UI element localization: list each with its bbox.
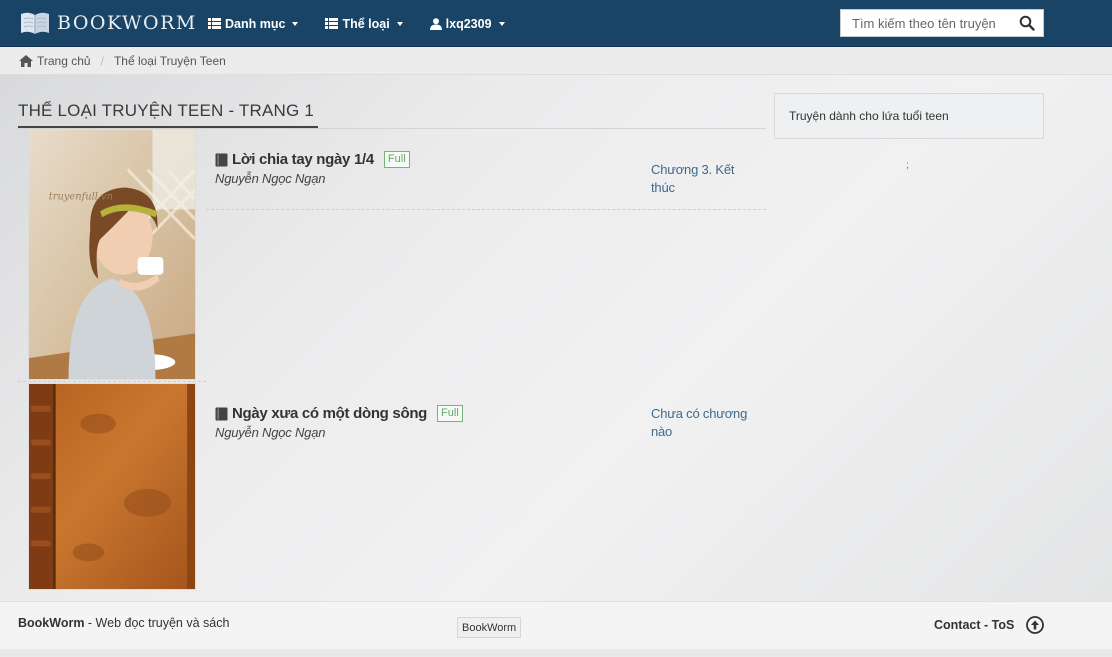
breadcrumb: Trang chủ / Thể loại Truyện Teen (0, 47, 1112, 75)
user-icon (429, 17, 442, 30)
story-latest-chapter-link[interactable]: Chương 3. Kết thúc (651, 161, 761, 197)
footer-links: Contact - ToS (934, 618, 1014, 632)
svg-text:truyenfull.vn: truyenfull.vn (49, 191, 113, 202)
list-icon (325, 18, 339, 29)
page-bottom-strip (0, 649, 1112, 657)
brand-logo-link[interactable]: BOOKWORM (19, 10, 197, 36)
sidebar-mark: ; (906, 160, 909, 171)
story-info: Ngày xưa có một dòng sông Full Nguyễn Ng… (215, 405, 635, 440)
breadcrumb-home-link[interactable]: Trang chủ (37, 54, 91, 68)
story-cover-image[interactable]: truyenfull.vn (28, 129, 196, 380)
menu-the-loai[interactable]: Thể loại (325, 16, 403, 31)
status-badge: Full (437, 405, 463, 422)
story-cover-image[interactable] (28, 383, 196, 590)
story-title-link[interactable]: Ngày xưa có một dòng sông (232, 405, 427, 422)
footer-brand-badge: BookWorm (457, 617, 522, 638)
page-title: Thể loại Truyện Teen - Trang 1 (18, 101, 319, 128)
menu-label: Thể loại (342, 16, 390, 31)
menu-danh-muc[interactable]: Danh mục (208, 16, 299, 31)
search-icon[interactable] (1019, 15, 1035, 31)
search-input[interactable] (841, 10, 1013, 36)
contact-link[interactable]: Contact (934, 618, 981, 632)
caret-down-icon (498, 21, 505, 26)
status-badge: Full (383, 151, 410, 168)
list-icon (208, 18, 221, 29)
story-item: truyenfull.vn Lời chia tay ngày 1/4 Full… (18, 129, 766, 381)
book-icon (215, 407, 228, 420)
footer-tagline-text: - Web đọc truyện và sách (84, 616, 230, 630)
footer-brand: BookWorm (18, 616, 85, 630)
top-navbar: BOOKWORM Danh mục Thể loại lxq2309 Tìm k… (0, 0, 1112, 47)
footer-link-separator: - (980, 618, 992, 632)
caret-down-icon (292, 21, 299, 26)
open-book-icon (21, 12, 49, 34)
home-icon (19, 54, 33, 67)
story-info: Lời chia tay ngày 1/4 Full Nguyễn Ngọc N… (215, 151, 635, 186)
breadcrumb-current: Thể loại Truyện Teen (113, 53, 226, 68)
row-divider (18, 381, 206, 382)
story-latest-chapter-link[interactable]: Chưa có chương nào (651, 405, 751, 441)
book-icon (215, 153, 228, 166)
story-title-line: Lời chia tay ngày 1/4 Full (215, 151, 635, 168)
story-title-line: Ngày xưa có một dòng sông Full (215, 405, 635, 422)
search-form (840, 9, 1044, 37)
brand-text: BOOKWORM (57, 12, 197, 34)
scroll-to-top-icon[interactable] (1026, 616, 1044, 634)
story-title-link[interactable]: Lời chia tay ngày 1/4 (232, 151, 374, 168)
tos-link[interactable]: ToS (992, 618, 1015, 632)
main-menu: Danh mục Thể loại lxq2309 (208, 0, 532, 47)
menu-label: lxq2309 (445, 16, 492, 31)
footer: BookWorm - Web đọc truyện và sách BookWo… (0, 601, 1112, 649)
menu-label: Danh mục (225, 16, 286, 31)
story-author[interactable]: Nguyễn Ngọc Ngạn (215, 425, 635, 440)
menu-user-account[interactable]: lxq2309 (429, 16, 505, 31)
category-description-panel: Truyện dành cho lứa tuổi teen (774, 93, 1044, 139)
breadcrumb-separator: / (100, 53, 104, 68)
footer-tagline: BookWorm - Web đọc truyện và sách (18, 616, 229, 630)
caret-down-icon (396, 21, 403, 26)
row-divider (206, 209, 766, 210)
story-author[interactable]: Nguyễn Ngọc Ngạn (215, 171, 635, 186)
story-item: Ngày xưa có một dòng sông Full Nguyễn Ng… (18, 383, 766, 591)
